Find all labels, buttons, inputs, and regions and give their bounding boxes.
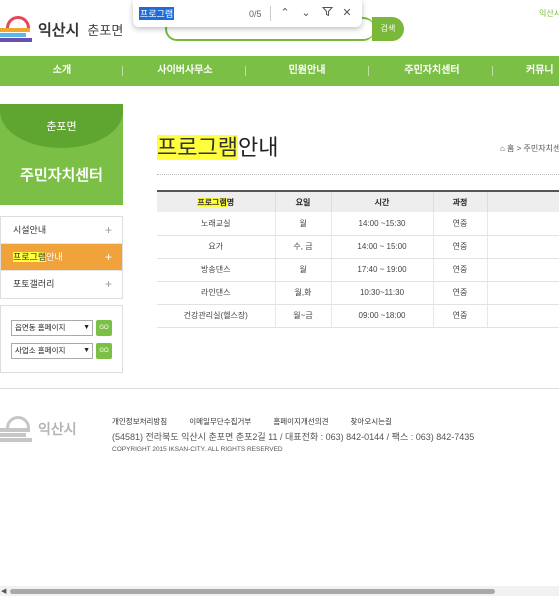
footer-city-name: 익산시 bbox=[38, 421, 77, 437]
office-homepage-select[interactable]: 사업소 홈페이지 ▼ bbox=[11, 343, 93, 359]
city-emblem-icon bbox=[0, 414, 34, 444]
find-match-count: 0/5 bbox=[249, 8, 262, 19]
program-table: 프로그램명 요일 시간 과정 노래교실 월 14:00 ~15:30 연중 요가 수, … bbox=[157, 190, 559, 328]
quick-links: 읍면동 홈페이지 ▼ GO 사업소 홈페이지 ▼ GO bbox=[0, 305, 123, 373]
office-go-button[interactable]: GO bbox=[96, 343, 112, 359]
table-row: 요가 수, 금 14:00 ~ 15:00 연중 bbox=[157, 235, 559, 259]
find-previous-icon[interactable]: ⌃ bbox=[278, 6, 292, 20]
footer-link-email[interactable]: 이메일무단수집거부 bbox=[189, 416, 251, 427]
footer-link-privacy[interactable]: 개인정보처리방침 bbox=[112, 416, 167, 427]
scrollbar-thumb[interactable] bbox=[10, 589, 495, 594]
sidebar-item-facility[interactable]: 시설안내 + bbox=[1, 217, 122, 244]
footer-link-feedback[interactable]: 홈페이지개선의견 bbox=[273, 416, 328, 427]
find-bar: 프로그램 0/5 ⌃ ⌄ ✕ bbox=[133, 0, 362, 27]
table-row: 라인댄스 월,화 10:30~11:30 연중 bbox=[157, 281, 559, 305]
find-close-icon[interactable]: ✕ bbox=[340, 6, 354, 20]
table-header-row: 프로그램명 요일 시간 과정 bbox=[157, 190, 559, 212]
page-title: 프로그램안내 bbox=[157, 135, 279, 160]
column-header-time: 시간 bbox=[331, 190, 434, 212]
sidebar-town: 춘포면 bbox=[46, 121, 77, 133]
breadcrumb[interactable]: ⌂ 홈 > 주민자치센 bbox=[500, 143, 559, 154]
footer-link-directions[interactable]: 찾아오시는길 bbox=[351, 416, 392, 427]
footer-copyright: COPYRIGHT 2015 IKSAN-CITY. ALL RIGHTS RE… bbox=[112, 446, 283, 453]
column-header-day: 요일 bbox=[275, 190, 332, 212]
search-highlight: 프로그램 bbox=[157, 135, 238, 160]
nav-item-community-center[interactable]: 주민자치센터 bbox=[395, 56, 469, 86]
sidebar-title: 주민자치센터 bbox=[20, 167, 103, 184]
site-search-button[interactable]: 검색 bbox=[372, 17, 404, 41]
column-header-course: 과정 bbox=[433, 190, 488, 212]
footer-links: 개인정보처리방침 이메일무단수집거부 홈페이지개선의견 찾아오시는길 bbox=[112, 416, 414, 427]
find-divider bbox=[270, 6, 271, 21]
town-homepage-select[interactable]: 읍면동 홈페이지 ▼ bbox=[11, 320, 93, 336]
title-divider bbox=[157, 174, 559, 175]
column-header-extra bbox=[487, 190, 559, 212]
sidebar-header: 춘포면 주민자치센터 bbox=[0, 104, 123, 205]
footer-divider bbox=[0, 388, 559, 389]
nav-item-civil[interactable]: 민원안내 bbox=[275, 56, 339, 86]
sidebar-menu: 시설안내 + 프로그램안내 + 포토갤러리 + bbox=[0, 216, 123, 299]
chevron-down-icon: ▼ bbox=[83, 324, 90, 331]
table-row: 건강관리실(헬스장) 월~금 09:00 ~18:00 연중 bbox=[157, 304, 559, 328]
sidebar-item-program[interactable]: 프로그램안내 + bbox=[1, 244, 122, 271]
footer-logo: 익산시 bbox=[0, 414, 85, 444]
footer-address: (54581) 전라북도 익산시 춘포면 춘포2길 11 / 대표전화 : 06… bbox=[112, 432, 475, 442]
search-highlight: 프로그램 bbox=[13, 252, 47, 262]
find-next-icon[interactable]: ⌄ bbox=[299, 6, 313, 20]
table-row: 노래교실 월 14:00 ~15:30 연중 bbox=[157, 212, 559, 236]
table-row: 방송댄스 월 17:40 ~ 19:00 연중 bbox=[157, 258, 559, 282]
plus-icon: + bbox=[104, 277, 112, 291]
chevron-down-icon: ▼ bbox=[83, 347, 90, 354]
top-link-iksan[interactable]: 익산시 bbox=[539, 8, 559, 19]
column-header-program: 프로그램명 bbox=[157, 190, 276, 212]
plus-icon: + bbox=[104, 223, 112, 237]
site-logo[interactable]: 익산시 춘포면 bbox=[0, 14, 123, 44]
sidebar-item-gallery[interactable]: 포토갤러리 + bbox=[1, 271, 122, 298]
scroll-left-icon[interactable]: ◀ bbox=[1, 587, 6, 595]
logo-town-name: 춘포면 bbox=[87, 22, 124, 38]
page: { "header": { "city": "익산시", "town": "춘포… bbox=[0, 0, 559, 596]
plus-icon: + bbox=[104, 250, 112, 264]
nav-item-community[interactable]: 커뮤니 bbox=[526, 56, 559, 86]
logo-city-name: 익산시 bbox=[38, 21, 80, 39]
find-input[interactable]: 프로그램 bbox=[139, 7, 175, 20]
nav-item-cyber-office[interactable]: 사이버사무소 bbox=[143, 56, 227, 86]
town-go-button[interactable]: GO bbox=[96, 320, 112, 336]
main-nav: 소개 사이버사무소 민원안내 주민자치센터 커뮤니 bbox=[0, 56, 559, 86]
city-emblem-icon bbox=[0, 14, 34, 44]
find-filter-icon[interactable] bbox=[320, 6, 334, 20]
nav-item-intro[interactable]: 소개 bbox=[40, 56, 84, 86]
horizontal-scrollbar[interactable]: ◀ bbox=[0, 586, 559, 596]
